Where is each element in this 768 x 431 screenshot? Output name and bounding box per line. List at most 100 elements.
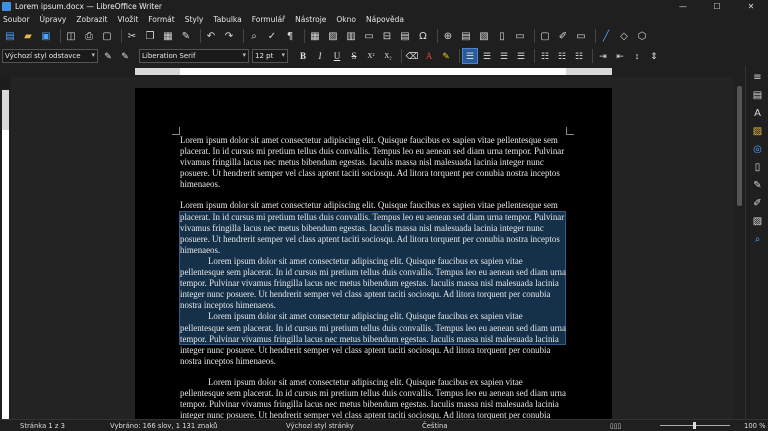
document-canvas[interactable]: Lorem ipsum dolor sit amet consectetur a… xyxy=(11,77,734,419)
menu-form[interactable]: Formulář xyxy=(252,15,285,24)
menu-file[interactable]: Soubor xyxy=(3,15,30,24)
align-center-icon[interactable]: ☰ xyxy=(480,49,494,63)
menu-insert[interactable]: Vložit xyxy=(118,15,139,24)
bullet-list-icon[interactable]: ☷ xyxy=(538,49,552,63)
export-pdf-icon[interactable]: ◫ xyxy=(64,29,78,43)
page-icon[interactable]: ▯ xyxy=(750,160,765,174)
sidebar-menu-icon[interactable]: ≡ xyxy=(750,70,765,84)
basic-shapes-icon[interactable]: ◇ xyxy=(617,29,631,43)
update-style-icon[interactable]: ✎ xyxy=(101,49,115,63)
style-inspector-icon[interactable]: ✎ xyxy=(750,178,765,192)
endnote-icon[interactable]: ▧ xyxy=(477,29,491,43)
numbered-list-icon[interactable]: ☷ xyxy=(555,49,569,63)
comment-icon[interactable]: ▢ xyxy=(538,29,552,43)
document-page[interactable]: Lorem ipsum dolor sit amet consectetur a… xyxy=(135,88,612,419)
decrease-indent-icon[interactable]: ⇤ xyxy=(613,49,627,63)
cross-reference-icon[interactable]: ▭ xyxy=(513,29,527,43)
justify-icon[interactable]: ☰ xyxy=(514,49,528,63)
menu-help[interactable]: Nápověda xyxy=(366,15,404,24)
vertical-scrollbar[interactable] xyxy=(734,66,745,419)
page-style[interactable]: Výchozí styl stránky xyxy=(286,422,354,430)
page-break-icon[interactable]: ⊟ xyxy=(380,29,394,43)
font-color-icon[interactable]: A xyxy=(422,49,436,63)
zoom-slider-knob[interactable] xyxy=(693,422,696,429)
special-character-icon[interactable]: Ω xyxy=(416,29,430,43)
paragraph[interactable]: Lorem ipsum dolor sit amet consectetur a… xyxy=(180,200,566,255)
spellcheck-icon[interactable]: ✓ xyxy=(265,29,279,43)
bold-button[interactable]: B xyxy=(296,49,310,63)
document-body[interactable]: Lorem ipsum dolor sit amet consectetur a… xyxy=(180,135,566,419)
chevron-down-icon[interactable]: ▾ xyxy=(281,51,285,59)
menu-edit[interactable]: Úpravy xyxy=(40,15,67,24)
copy-icon[interactable]: ❐ xyxy=(143,29,157,43)
save-icon[interactable]: ▣ xyxy=(39,29,53,43)
navigator-icon[interactable]: ◎ xyxy=(750,142,765,156)
manage-changes-icon[interactable]: ✐ xyxy=(750,196,765,210)
formatting-marks-icon[interactable]: ¶ xyxy=(283,29,297,43)
footnote-icon[interactable]: ▤ xyxy=(459,29,473,43)
menu-styles[interactable]: Styly xyxy=(185,15,204,24)
menu-window[interactable]: Okno xyxy=(336,15,356,24)
word-count[interactable]: Vybráno: 166 slov, 1 131 znaků xyxy=(110,422,217,430)
open-folder-icon[interactable]: ▰ xyxy=(21,29,35,43)
scrollbar-thumb[interactable] xyxy=(737,86,742,206)
insert-field-icon[interactable]: ▤ xyxy=(398,29,412,43)
new-style-icon[interactable]: ✎ xyxy=(118,49,132,63)
align-right-icon[interactable]: ☰ xyxy=(497,49,511,63)
page-count[interactable]: Stránka 1 z 3 xyxy=(20,422,65,430)
new-document-icon[interactable]: ▤ xyxy=(3,29,17,43)
cut-icon[interactable]: ✂ xyxy=(125,29,139,43)
find-icon[interactable]: ⌕ xyxy=(750,232,765,246)
menu-view[interactable]: Zobrazit xyxy=(76,15,107,24)
insert-textbox-icon[interactable]: ▭ xyxy=(362,29,376,43)
styles-icon[interactable]: A xyxy=(750,106,765,120)
paragraph-style-combo[interactable]: Výchozí styl odstavce ▾ xyxy=(2,49,98,63)
print-preview-icon[interactable]: ▢ xyxy=(100,29,114,43)
chevron-down-icon[interactable]: ▾ xyxy=(242,51,246,59)
minimize-button[interactable]: — xyxy=(666,0,700,13)
header-footer-icon[interactable]: ▭ xyxy=(574,29,588,43)
font-size-combo[interactable]: 12 pt ▾ xyxy=(252,49,288,63)
find-replace-icon[interactable]: ⌕ xyxy=(247,29,261,43)
menu-tools[interactable]: Nástroje xyxy=(295,15,326,24)
paragraph[interactable]: Lorem ipsum dolor sit amet consectetur a… xyxy=(180,311,566,366)
zoom-level[interactable]: 100 % xyxy=(744,422,766,430)
horizontal-ruler[interactable] xyxy=(0,66,745,77)
paragraph[interactable]: Lorem ipsum dolor sit amet consectetur a… xyxy=(180,135,566,190)
underline-button[interactable]: U xyxy=(330,49,344,63)
undo-icon[interactable]: ↶ xyxy=(204,29,218,43)
increase-indent-icon[interactable]: ⇥ xyxy=(596,49,610,63)
paragraph-spacing-icon[interactable]: ⇕ xyxy=(647,49,661,63)
gallery-icon[interactable]: ▨ xyxy=(750,124,765,138)
insert-image-icon[interactable]: ▨ xyxy=(326,29,340,43)
line-icon[interactable]: ╱ xyxy=(599,29,613,43)
paste-icon[interactable]: ▦ xyxy=(161,29,175,43)
design-icon[interactable]: ▧ xyxy=(750,214,765,228)
language[interactable]: Čeština xyxy=(422,422,448,430)
strikethrough-button[interactable]: S xyxy=(347,49,361,63)
align-left-icon[interactable]: ☰ xyxy=(462,48,478,64)
subscript-button[interactable]: X₂ xyxy=(381,49,395,63)
maximize-button[interactable]: ☐ xyxy=(700,0,734,13)
outline-list-icon[interactable]: ☷ xyxy=(572,49,586,63)
clear-formatting-icon[interactable]: ⌫ xyxy=(405,49,419,63)
print-icon[interactable]: ⎙ xyxy=(82,29,96,43)
italic-button[interactable]: I xyxy=(313,49,327,63)
bookmark-icon[interactable]: ▯ xyxy=(495,29,509,43)
properties-icon[interactable]: ▤ xyxy=(750,88,765,102)
draw-functions-icon[interactable]: ⬡ xyxy=(635,29,649,43)
hyperlink-icon[interactable]: ⊕ xyxy=(441,29,455,43)
superscript-button[interactable]: X² xyxy=(364,49,378,63)
insert-table-icon[interactable]: ▦ xyxy=(308,29,322,43)
menu-format[interactable]: Formát xyxy=(148,15,174,24)
paragraph[interactable]: Lorem ipsum dolor sit amet consectetur a… xyxy=(180,256,566,311)
clone-formatting-icon[interactable]: ✎ xyxy=(179,29,193,43)
menu-table[interactable]: Tabulka xyxy=(213,15,241,24)
font-name-combo[interactable]: Liberation Serif ▾ xyxy=(139,49,249,63)
paragraph[interactable]: Lorem ipsum dolor sit amet consectetur a… xyxy=(180,377,566,419)
line-spacing-icon[interactable]: ↕ xyxy=(630,49,644,63)
view-layout-icon[interactable]: ▯▯▯ xyxy=(610,422,621,430)
chevron-down-icon[interactable]: ▾ xyxy=(91,51,95,59)
close-button[interactable]: ✕ xyxy=(734,0,768,13)
track-changes-icon[interactable]: ✐ xyxy=(556,29,570,43)
